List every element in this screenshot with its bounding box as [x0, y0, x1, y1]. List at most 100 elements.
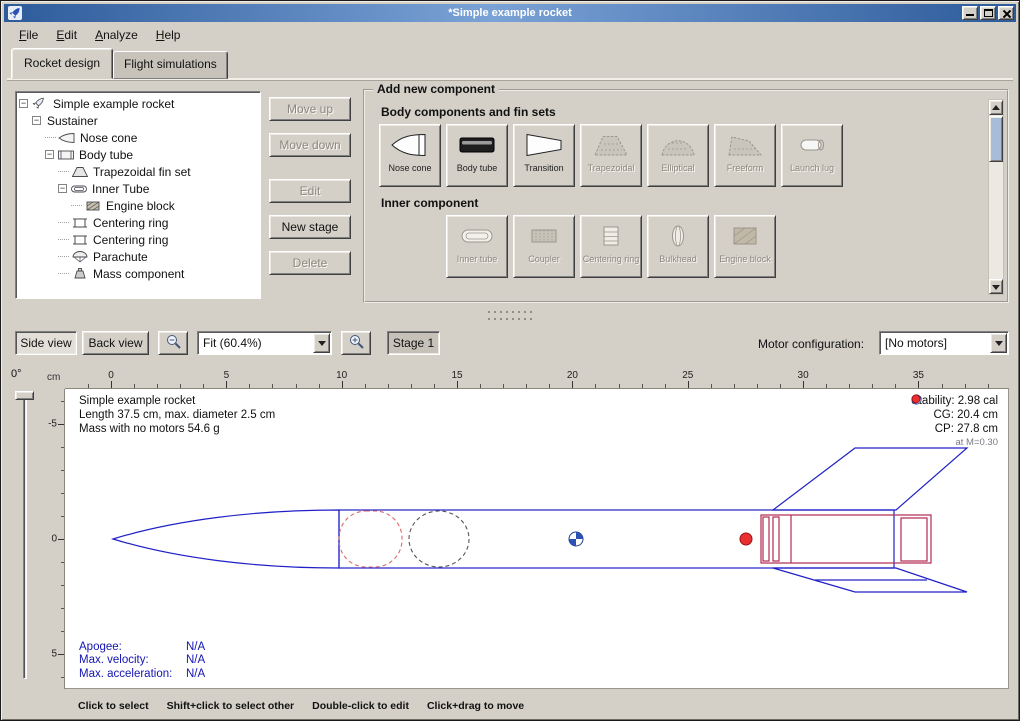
- nose-cone-outline[interactable]: [113, 510, 339, 568]
- parachute-icon: [71, 250, 90, 263]
- tree-item-mass-component[interactable]: Mass component: [18, 265, 258, 282]
- tree-item-body-tube[interactable]: − Body tube: [18, 146, 258, 163]
- tree-item-label[interactable]: Inner Tube: [89, 182, 152, 196]
- inner-tube-outline[interactable]: [761, 515, 931, 563]
- tree-item-centering-ring[interactable]: Centering ring: [18, 231, 258, 248]
- ruler-tick: [988, 384, 989, 388]
- rotation-slider-track[interactable]: [23, 395, 27, 679]
- centering-ring-icon: [71, 216, 90, 229]
- bulkhead-icon: [658, 221, 698, 251]
- tree-item-simple-example-rocket[interactable]: − Simple example rocket: [18, 95, 258, 112]
- splitter-grip[interactable]: [487, 310, 533, 315]
- scroll-up-button[interactable]: [989, 100, 1003, 115]
- parachute-dashed[interactable]: [339, 511, 402, 567]
- zoom-in-button[interactable]: [341, 331, 371, 355]
- menu-item-analyze[interactable]: Analyze: [88, 25, 145, 45]
- chevron-down-icon[interactable]: [990, 333, 1007, 353]
- cp-marker[interactable]: [740, 533, 752, 545]
- tree-expander-icon[interactable]: −: [32, 116, 41, 125]
- stage-1-toggle[interactable]: Stage 1: [387, 331, 440, 355]
- tree-item-sustainer[interactable]: −Sustainer: [18, 112, 258, 129]
- ruler-tick: [58, 539, 64, 540]
- ruler-tick: [58, 654, 64, 655]
- ruler-tick: [61, 608, 64, 609]
- tree-connector-line: [58, 256, 69, 257]
- tree-item-label[interactable]: Engine block: [103, 199, 178, 213]
- app-icon[interactable]: [8, 6, 22, 20]
- tree-expander-icon[interactable]: −: [45, 150, 54, 159]
- coupler-component-button: Coupler: [513, 215, 575, 278]
- tree-item-parachute[interactable]: Parachute: [18, 248, 258, 265]
- fin-icon: [71, 165, 90, 178]
- body-tube-outline[interactable]: [339, 510, 894, 568]
- motor-configuration-select[interactable]: [No motors]: [879, 331, 1009, 355]
- body-tube-component-button[interactable]: Body tube: [446, 124, 508, 187]
- add-component-group: Add new component Body components and fi…: [363, 89, 1009, 303]
- ruler-number: 0: [51, 534, 57, 545]
- rocket-design-canvas[interactable]: Simple example rocket Length 37.5 cm, ma…: [65, 389, 1009, 689]
- rotation-slider-handle[interactable]: [15, 391, 34, 400]
- delete-button: Delete: [269, 251, 351, 275]
- statusbar: Click to selectShift+click to select oth…: [4, 692, 1016, 717]
- tree-expander-icon[interactable]: −: [19, 99, 28, 108]
- ruler-tick: [61, 585, 64, 586]
- tree-item-label[interactable]: Sustainer: [44, 114, 101, 128]
- rocket-mass: Mass with no motors 54.6 g: [79, 422, 275, 436]
- minimize-button[interactable]: [962, 6, 978, 20]
- minimize-icon: [966, 14, 974, 16]
- tree-item-label[interactable]: Parachute: [90, 250, 151, 264]
- ruler-tick: [61, 401, 64, 402]
- engine-block-outline[interactable]: [901, 518, 927, 561]
- tree-item-label[interactable]: Mass component: [90, 267, 187, 281]
- ruler-number: 5: [224, 370, 230, 381]
- tree-item-label[interactable]: Centering ring: [90, 233, 171, 247]
- tree-item-centering-ring[interactable]: Centering ring: [18, 214, 258, 231]
- ruler-tick: [826, 384, 827, 388]
- scrollbar-thumb[interactable]: [989, 116, 1003, 162]
- side-view-button[interactable]: Side view: [15, 331, 77, 355]
- tab-rocket-design[interactable]: Rocket design: [11, 48, 113, 79]
- tree-item-label[interactable]: Body tube: [76, 148, 136, 162]
- tree-item-label[interactable]: Simple example rocket: [50, 97, 177, 111]
- cg-marker[interactable]: [569, 532, 583, 546]
- tree-item-nose-cone[interactable]: Nose cone: [18, 129, 258, 146]
- back-view-button[interactable]: Back view: [82, 331, 149, 355]
- ruler-number: 10: [336, 370, 347, 381]
- new-stage-button[interactable]: New stage: [269, 215, 351, 239]
- split-pane-divider[interactable]: [1, 307, 1019, 325]
- ruler-tick: [61, 516, 64, 517]
- centering-ring-2[interactable]: [773, 517, 779, 561]
- zoom-select[interactable]: Fit (60.4%): [197, 331, 332, 355]
- mass-icon: [71, 267, 90, 280]
- tree-connector-line: [58, 171, 69, 172]
- menu-item-file[interactable]: File: [12, 25, 45, 45]
- scroll-down-button[interactable]: [989, 279, 1003, 294]
- ruler-tick: [342, 381, 343, 388]
- tree-item-label[interactable]: Nose cone: [77, 131, 140, 145]
- close-button[interactable]: [998, 6, 1014, 20]
- chevron-down-icon[interactable]: [313, 333, 330, 353]
- tree-item-engine-block[interactable]: Engine block: [18, 197, 258, 214]
- component-panel-scrollbar[interactable]: [988, 99, 1004, 295]
- transition-component-button[interactable]: Transition: [513, 124, 575, 187]
- menu-item-help[interactable]: Help: [149, 25, 188, 45]
- zoom-out-button[interactable]: [158, 331, 188, 355]
- ruler-tick: [665, 384, 666, 388]
- ruler-tick: [711, 384, 712, 388]
- engine-block-component-button: Engine block: [714, 215, 776, 278]
- tree-item-inner-tube[interactable]: − Inner Tube: [18, 180, 258, 197]
- menu-item-edit[interactable]: Edit: [49, 25, 84, 45]
- component-tree[interactable]: −Simple example rocket−SustainerNose con…: [15, 91, 261, 299]
- tree-item-trapezoidal-fin-set[interactable]: Trapezoidal fin set: [18, 163, 258, 180]
- tree-expander-icon[interactable]: −: [58, 184, 67, 193]
- tab-bar: Rocket designFlight simulations: [11, 49, 228, 79]
- fin-upper[interactable]: [773, 448, 967, 510]
- splitter-grip[interactable]: [487, 317, 533, 322]
- tab-flight-simulations[interactable]: Flight simulations: [113, 51, 228, 79]
- maximize-button[interactable]: [980, 6, 996, 20]
- nose-cone-component-button[interactable]: Nose cone: [379, 124, 441, 187]
- centering-ring-1[interactable]: [763, 517, 769, 561]
- tree-item-label[interactable]: Trapezoidal fin set: [90, 165, 194, 179]
- mass-component-dashed[interactable]: [409, 511, 469, 567]
- tree-item-label[interactable]: Centering ring: [90, 216, 171, 230]
